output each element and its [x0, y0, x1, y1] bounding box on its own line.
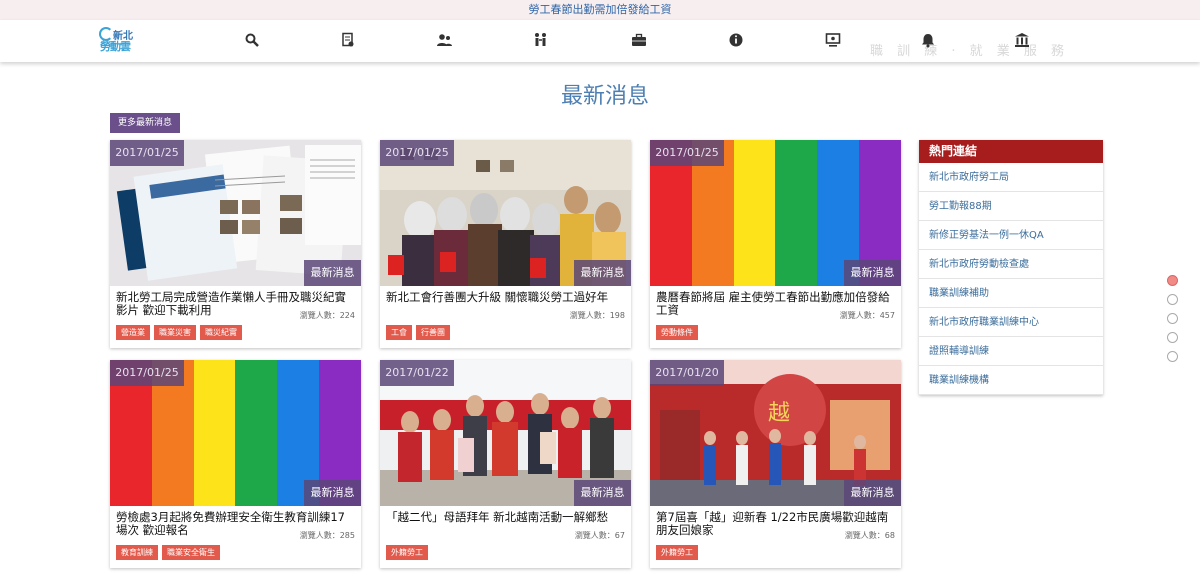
- news-card[interactable]: 2017/01/25 最新消息 勞檢處3月起將免費辦理安全衛生教育訓練17場次 …: [110, 360, 361, 568]
- pagination-dot[interactable]: [1167, 351, 1178, 362]
- page-title: 最新消息: [560, 84, 649, 109]
- search-icon[interactable]: [244, 32, 260, 48]
- card-date: 2017/01/25: [650, 140, 724, 166]
- people-icon[interactable]: [436, 32, 452, 48]
- hot-links-heading: 熱門連結: [919, 140, 1103, 163]
- stripe: [193, 360, 236, 506]
- announcement-ticker[interactable]: 勞工春節出勤需加倍發給工資: [0, 0, 1200, 20]
- card-date: 2017/01/25: [110, 360, 184, 386]
- card-views: 瀏覽人數：67: [574, 531, 625, 540]
- stripe: [235, 360, 278, 506]
- tag[interactable]: 外籍勞工: [656, 545, 698, 560]
- card-category: 最新消息: [844, 480, 901, 506]
- card-views: 瀏覽人數：68: [844, 531, 895, 540]
- card-views: 瀏覽人數：457: [839, 311, 895, 320]
- briefcase-icon[interactable]: [631, 32, 647, 48]
- info-icon[interactable]: [728, 32, 744, 48]
- card-category: 最新消息: [304, 260, 361, 286]
- hot-link[interactable]: 新修正勞基法一例一休QA: [919, 221, 1103, 250]
- card-tags: 營造業 職業災害 職災紀實: [116, 325, 242, 340]
- building-icon[interactable]: [1014, 32, 1030, 48]
- workers-icon[interactable]: [533, 32, 549, 48]
- hot-link[interactable]: 職業訓練補助: [919, 279, 1103, 308]
- news-card[interactable]: 越 2017/01/20 最新消息 第7屆喜「越」迎新春 1/22市民廣場歡迎越…: [650, 360, 901, 568]
- news-card[interactable]: 2017/01/25 最新消息 新北勞工局完成營造作業懶人手冊及職災紀實影片 歡…: [110, 140, 361, 348]
- tag[interactable]: 勞動條件: [656, 325, 698, 340]
- card-date: 2017/01/20: [650, 360, 724, 386]
- faded-nav-text: 職 訓 練 · 就 業 服 務: [870, 44, 1070, 59]
- card-tags: 外籍勞工: [656, 545, 698, 560]
- hot-link[interactable]: 新北市政府勞工局: [919, 163, 1103, 192]
- monitor-icon[interactable]: [825, 32, 841, 48]
- card-date: 2017/01/25: [110, 140, 184, 166]
- svg-text:越: 越: [768, 401, 790, 426]
- card-category: 最新消息: [574, 260, 631, 286]
- card-tags: 外籍勞工: [386, 545, 428, 560]
- hot-link[interactable]: 新北市政府勞動檢查處: [919, 250, 1103, 279]
- news-card[interactable]: 2017/01/25 最新消息 農曆春節將屆 雇主使勞工春節出勤應加倍發給工資 …: [650, 140, 901, 348]
- site-logo[interactable]: 新北 勞動雲: [99, 25, 135, 53]
- card-tags: 勞動條件: [656, 325, 698, 340]
- tag[interactable]: 外籍勞工: [386, 545, 428, 560]
- more-news-button[interactable]: 更多最新消息: [110, 113, 180, 133]
- stripe: [775, 140, 818, 286]
- hot-link[interactable]: 新北市政府職業訓練中心: [919, 308, 1103, 337]
- pagination-dot[interactable]: [1167, 313, 1178, 324]
- news-card[interactable]: 2017/01/22 最新消息 「越二代」母語拜年 新北越南活動一解鄉愁 瀏覽人…: [380, 360, 631, 568]
- tag[interactable]: 行善團: [416, 325, 450, 340]
- top-navbar: 新北 勞動雲 職 訓 練 · 就 業 服 務: [0, 20, 1200, 62]
- card-date: 2017/01/25: [380, 140, 454, 166]
- document-icon[interactable]: [340, 32, 356, 48]
- card-date: 2017/01/22: [380, 360, 454, 386]
- section-pagination: [1167, 275, 1178, 370]
- card-category: 最新消息: [304, 480, 361, 506]
- tag[interactable]: 職業災害: [154, 325, 196, 340]
- pagination-dot[interactable]: [1167, 294, 1178, 305]
- card-views: 瀏覽人數：285: [299, 531, 355, 540]
- hot-links-panel: 熱門連結 新北市政府勞工局 勞工勤報88期 新修正勞基法一例一休QA 新北市政府…: [919, 140, 1103, 395]
- card-category: 最新消息: [574, 480, 631, 506]
- card-views: 瀏覽人數：224: [299, 311, 355, 320]
- pagination-dot[interactable]: [1167, 275, 1178, 286]
- hot-link[interactable]: 勞工勤報88期: [919, 192, 1103, 221]
- card-tags: 工會 行善團: [386, 325, 450, 340]
- news-card[interactable]: 2017/01/25 最新消息 新北工會行善團大升級 關懷職災勞工過好年 瀏覽人…: [380, 140, 631, 348]
- stripe: [733, 140, 776, 286]
- tag[interactable]: 職業安全衛生: [162, 545, 220, 560]
- logo-line2: 勞動雲: [100, 40, 131, 53]
- tag[interactable]: 職災紀實: [200, 325, 242, 340]
- hot-link[interactable]: 證照輔導訓練: [919, 337, 1103, 366]
- card-tags: 教育訓練 職業安全衛生: [116, 545, 220, 560]
- tag[interactable]: 教育訓練: [116, 545, 158, 560]
- card-views: 瀏覽人數：198: [569, 311, 625, 320]
- card-title[interactable]: 新北工會行善團大升級 關懷職災勞工過好年: [386, 291, 626, 304]
- card-title[interactable]: 「越二代」母語拜年 新北越南活動一解鄉愁: [386, 511, 626, 524]
- tag[interactable]: 營造業: [116, 325, 150, 340]
- card-category: 最新消息: [844, 260, 901, 286]
- hot-link[interactable]: 職業訓練機構: [919, 366, 1103, 395]
- tag[interactable]: 工會: [386, 325, 412, 340]
- bell-icon[interactable]: [920, 32, 936, 48]
- pagination-dot[interactable]: [1167, 332, 1178, 343]
